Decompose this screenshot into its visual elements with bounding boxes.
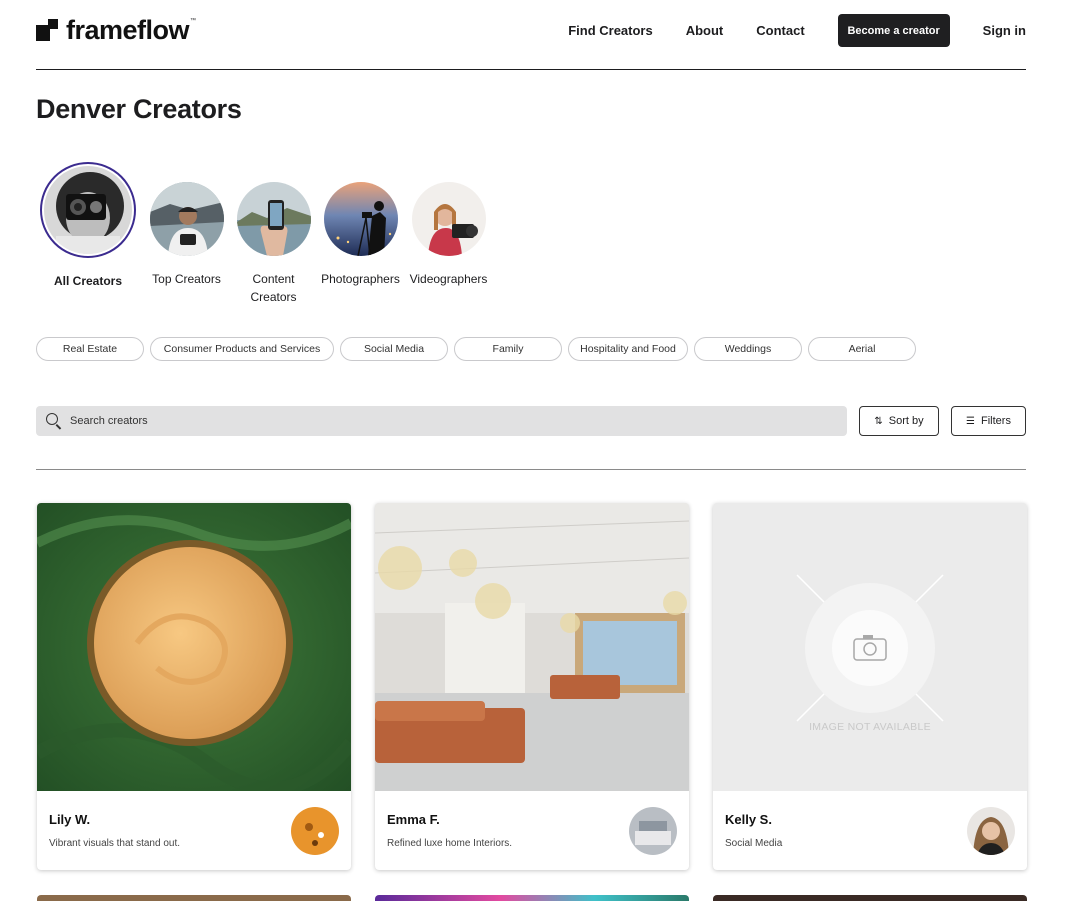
filters-label: Filters [981,415,1011,427]
trademark-mark: ™ [190,18,197,24]
search-icon [46,413,62,429]
category-label: Top Creators [152,272,221,286]
creator-name: Kelly S. [725,812,772,827]
category-label: Photographers [321,272,400,286]
creator-avatar [291,807,339,855]
category-avatar [40,162,136,258]
section-divider [36,469,1026,470]
filters-button[interactable]: ☰ Filters [951,406,1026,436]
creator-description: Refined luxe home Interiors. [387,838,513,849]
sort-button[interactable]: ⇅ Sort by [859,406,939,436]
chip-weddings[interactable]: Weddings [694,337,802,361]
chip-real-estate[interactable]: Real Estate [36,337,144,361]
creator-name: Lily W. [49,812,91,827]
creator-card[interactable]: IMAGE NOT AVAILABLE Kelly S. Social Medi… [713,503,1027,870]
image-not-available-label: IMAGE NOT AVAILABLE [809,721,931,733]
search-bar [36,406,847,436]
sign-in-link[interactable]: Sign in [983,23,1026,38]
creator-card[interactable]: Lily W. Vibrant visuals that stand out. [37,503,351,870]
main-nav: Find Creators About Contact Become a cre… [568,14,1026,47]
chip-aerial[interactable]: Aerial [808,337,916,361]
sort-label: Sort by [888,415,924,427]
creator-card-next-row[interactable] [713,895,1027,901]
creator-avatar [967,807,1015,855]
creator-cover-image [375,503,689,791]
category-label: Videographers [409,272,488,286]
category-videographers[interactable]: Videographers [407,162,490,306]
sliders-icon: ☰ [966,415,975,427]
category-content-creators[interactable]: Content Creators [233,162,314,306]
become-creator-button[interactable]: Become a creator [837,14,950,47]
category-avatar [149,182,224,256]
chip-hospitality-food[interactable]: Hospitality and Food [568,337,688,361]
creator-card-next-row[interactable] [375,895,689,901]
category-avatar [236,182,311,256]
category-avatar [411,182,486,256]
nav-about[interactable]: About [686,23,724,38]
category-top-creators[interactable]: Top Creators [140,162,233,306]
frameflow-logo[interactable]: frameflow ™ [36,14,197,45]
site-header: frameflow ™ Find Creators About Contact … [36,0,1026,70]
nav-find-creators[interactable]: Find Creators [568,23,653,38]
category-all-creators[interactable]: All Creators [36,162,140,306]
page-title: Denver Creators [36,94,242,124]
creator-name: Emma F. [387,812,440,827]
search-input[interactable] [70,415,847,427]
category-label: All Creators [53,274,123,288]
category-selector: All Creators Top Creators Content Creato… [36,162,490,306]
creator-description: Social Media [725,838,783,849]
nav-contact[interactable]: Contact [756,23,804,38]
logo-mark-icon [36,19,58,41]
specialty-chips: Real Estate Consumer Products and Servic… [36,337,922,361]
creator-card-next-row[interactable] [37,895,351,901]
brand-name: frameflow [66,14,190,45]
chip-social-media[interactable]: Social Media [340,337,448,361]
sort-icon: ⇅ [874,415,883,427]
creator-description: Vibrant visuals that stand out. [49,838,181,849]
category-avatar [323,182,398,256]
creator-cover-image: IMAGE NOT AVAILABLE [713,503,1027,791]
category-label: Content Creators [250,272,297,304]
category-photographers[interactable]: Photographers [314,162,407,306]
creator-card[interactable]: Emma F. Refined luxe home Interiors. [375,503,689,870]
creator-cover-image [37,503,351,791]
chip-family[interactable]: Family [454,337,562,361]
chip-consumer-products[interactable]: Consumer Products and Services [150,337,334,361]
creator-avatar [629,807,677,855]
